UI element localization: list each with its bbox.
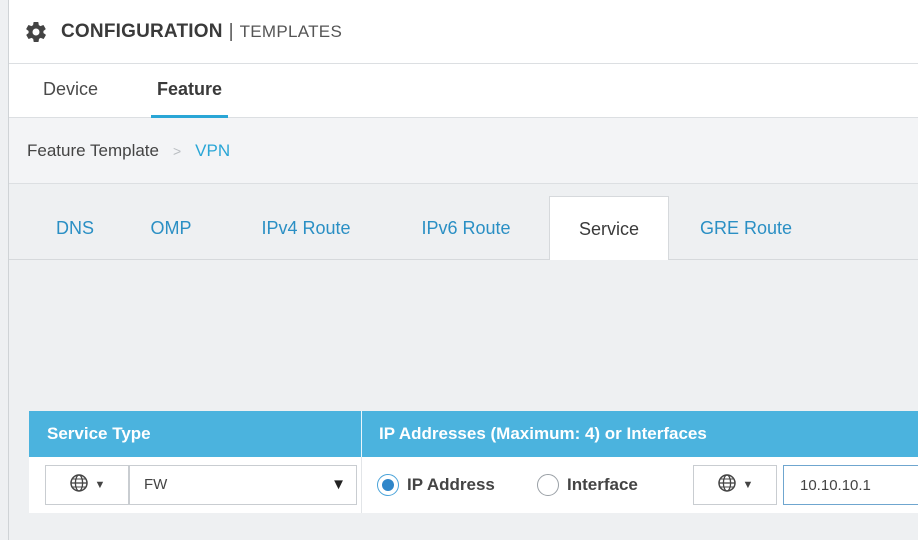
ip-scope-button[interactable]: ▼ <box>693 465 777 505</box>
vpn-section-tabs: DNS OMP IPv4 Route IPv6 Route Service GR… <box>9 184 918 261</box>
tab-omp[interactable]: OMP <box>133 196 209 260</box>
chevron-down-icon: ▼ <box>94 479 106 491</box>
title-separator: | <box>228 20 234 42</box>
radio-interface[interactable]: Interface <box>537 465 638 505</box>
globe-icon <box>69 473 89 498</box>
template-type-tabs: Device Feature <box>9 64 918 118</box>
page-subtitle: TEMPLATES <box>239 21 343 41</box>
gear-icon <box>23 19 49 45</box>
service-table-header: Service Type IP Addresses (Maximum: 4) o… <box>29 411 918 457</box>
breadcrumb-vpn: VPN <box>195 140 231 160</box>
breadcrumb-feature-template[interactable]: Feature Template <box>27 141 159 161</box>
app-frame: CONFIGURATION | TEMPLATES Device Feature… <box>8 0 918 540</box>
radio-ip-address-label: IP Address <box>407 475 495 494</box>
service-type-scope-button[interactable]: ▼ <box>45 465 129 505</box>
tab-ipv6-route[interactable]: IPv6 Route <box>401 196 531 260</box>
breadcrumb: Feature Template > VPN <box>9 118 918 184</box>
chevron-down-icon: ▼ <box>742 479 754 491</box>
page-title: CONFIGURATION <box>61 20 223 42</box>
service-type-value: FW <box>144 476 168 493</box>
column-service-type: Service Type <box>47 424 151 443</box>
tab-dns[interactable]: DNS <box>37 196 113 260</box>
radio-ip-address[interactable]: IP Address <box>377 465 495 505</box>
tab-device[interactable]: Device <box>37 64 104 118</box>
service-type-select[interactable]: FW ▼ <box>129 465 357 505</box>
radio-selected-indicator[interactable] <box>377 474 399 496</box>
page-header: CONFIGURATION | TEMPLATES <box>9 0 918 64</box>
ip-address-input[interactable] <box>783 465 918 505</box>
radio-unselected-indicator[interactable] <box>537 474 559 496</box>
tab-service[interactable]: Service <box>549 196 669 261</box>
table-row: ▼ FW ▼ IP Address Interface ▼ 10.10.10.1 <box>29 457 918 513</box>
tab-ipv4-route[interactable]: IPv4 Route <box>241 196 371 260</box>
tab-feature[interactable]: Feature <box>151 64 229 118</box>
tab-gre-route[interactable]: GRE Route <box>681 196 811 260</box>
column-ip-addresses: IP Addresses (Maximum: 4) or Interfaces <box>379 424 707 443</box>
chevron-down-icon: ▼ <box>331 476 346 493</box>
cell-divider <box>361 457 362 513</box>
service-content: Service Type IP Addresses (Maximum: 4) o… <box>9 260 918 540</box>
radio-interface-label: Interface <box>567 475 638 494</box>
globe-icon <box>717 473 737 498</box>
breadcrumb-separator: > <box>172 142 182 159</box>
